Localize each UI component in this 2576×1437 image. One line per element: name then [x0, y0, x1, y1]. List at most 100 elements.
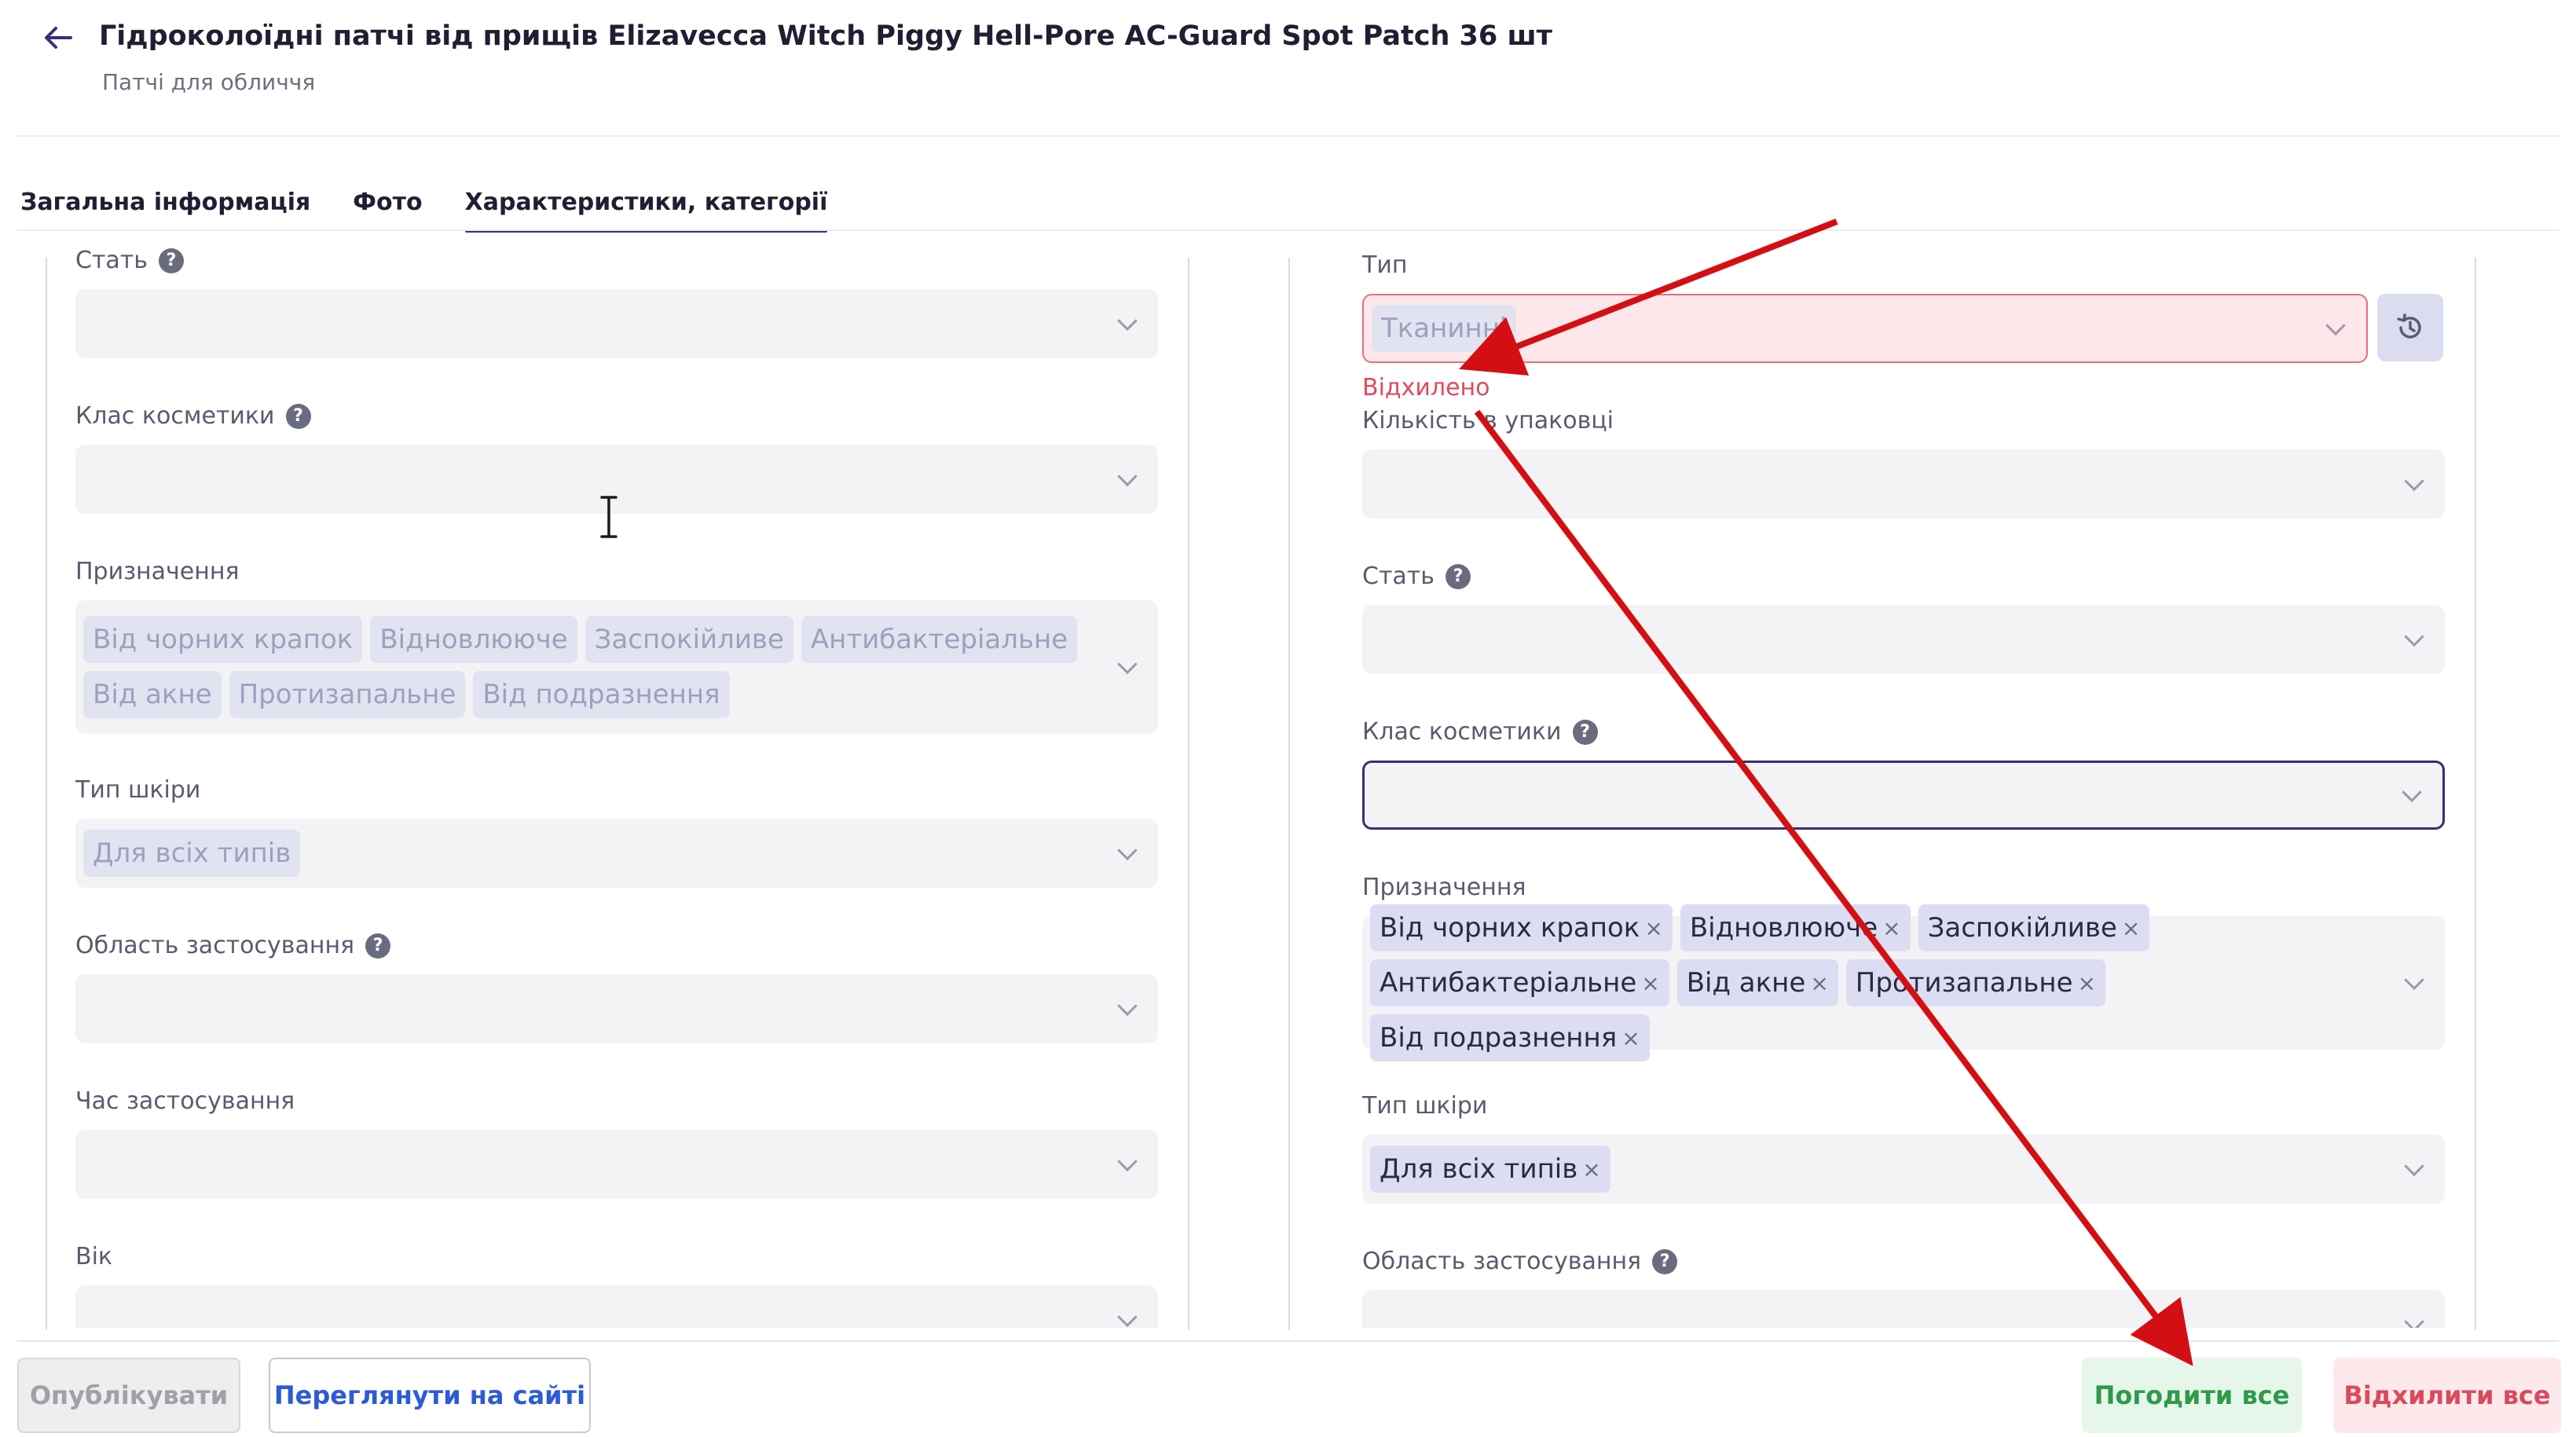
field-gender: Стать ?	[75, 247, 1160, 274]
field-type: Тип	[1362, 251, 2446, 279]
page-title: Гідроколоїдні патчі від прищів Elizavecc…	[99, 20, 1552, 52]
type-select[interactable]: Тканинні	[1362, 294, 2368, 363]
view-on-site-button[interactable]: Переглянути на сайті	[269, 1358, 591, 1433]
field-cosmetic-class: Клас косметики ?	[1362, 718, 2446, 746]
left-panel-border	[1188, 258, 1189, 1330]
chevron-down-icon	[2404, 1311, 2424, 1328]
purpose-chip: Від акне ×	[1676, 959, 1838, 1006]
help-icon[interactable]: ?	[158, 247, 184, 273]
age-select[interactable]	[75, 1285, 1158, 1328]
field-purpose: Призначення	[75, 558, 1160, 585]
skin-type-chip: Для всіх типів ×	[1370, 1146, 1610, 1193]
chevron-down-icon	[1117, 654, 1138, 675]
chevron-down-icon	[2402, 782, 2422, 803]
chevron-down-icon	[1117, 466, 1138, 487]
right-panel-border	[2475, 258, 2476, 1330]
purpose-select[interactable]: Від чорних крапок × Відновлююче × Заспокій…	[1362, 904, 2445, 1061]
quantity-select[interactable]	[1362, 449, 2445, 519]
purpose-chip: Антибактеріальне ×	[1370, 959, 1669, 1006]
page-subtitle: Патчі для обличчя	[102, 69, 316, 95]
field-label: Клас косметики	[75, 402, 275, 430]
help-icon[interactable]: ?	[1652, 1248, 1678, 1274]
gender-select[interactable]	[1362, 605, 2445, 674]
tab-general-info[interactable]: Загальна інформація	[20, 189, 310, 233]
field-label: Область застосування	[1362, 1248, 1642, 1275]
reject-all-button[interactable]: Відхилити все	[2333, 1358, 2561, 1433]
chevron-down-icon	[1117, 840, 1138, 861]
field-label: Область застосування	[75, 932, 355, 959]
field-quantity: Кількість в упаковці	[1362, 407, 2446, 434]
purpose-chip: Протизапальне	[229, 671, 466, 718]
chevron-down-icon	[2404, 626, 2424, 647]
tab-bar: Загальна інформація Фото Характеристики,…	[20, 189, 870, 233]
purpose-chip: Від подразнення ×	[1370, 1014, 1650, 1061]
type-chip: Тканинні	[1372, 305, 1517, 352]
purpose-chip: Від чорних крапок	[83, 616, 363, 663]
back-button[interactable]	[38, 17, 79, 58]
header-divider	[17, 135, 2559, 137]
help-icon[interactable]: ?	[1572, 719, 1598, 745]
field-age: Вік	[75, 1243, 1160, 1270]
field-label: Клас косметики	[1362, 718, 1562, 746]
chevron-down-icon	[2404, 970, 2424, 991]
purpose-chip: Від акне	[83, 671, 222, 718]
remove-chip-icon[interactable]: ×	[1644, 915, 1662, 941]
remove-chip-icon[interactable]: ×	[2122, 915, 2140, 941]
remove-chip-icon[interactable]: ×	[1641, 970, 1659, 996]
remove-chip-icon[interactable]: ×	[1582, 1157, 1600, 1182]
field-purpose: Призначення	[1362, 874, 2446, 901]
purpose-chip: Протизапальне ×	[1845, 959, 2105, 1006]
tabs-divider	[17, 229, 2559, 231]
cosmetic-class-select[interactable]	[1362, 761, 2445, 830]
chevron-down-icon	[2404, 471, 2424, 492]
publish-button[interactable]: Опублікувати	[17, 1358, 240, 1433]
purpose-chip: Від чорних крапок ×	[1370, 904, 1673, 951]
purpose-chip: Відновлююче	[370, 616, 577, 663]
chevron-down-icon	[2325, 315, 2346, 336]
help-icon[interactable]: ?	[365, 933, 391, 959]
history-button[interactable]	[2377, 294, 2443, 361]
history-icon	[2397, 313, 2421, 339]
application-area-select[interactable]	[1362, 1290, 2445, 1328]
field-skin-type: Тип шкіри	[1362, 1092, 2446, 1120]
application-time-select[interactable]	[75, 1130, 1158, 1199]
field-label: Призначення	[75, 558, 240, 585]
purpose-select[interactable]: Від чорних крапок Відновлююче Заспокійли…	[75, 600, 1158, 734]
tab-characteristics[interactable]: Характеристики, категорії	[464, 189, 827, 233]
left-panel-border	[46, 258, 47, 1330]
field-label: Тип	[1362, 251, 1408, 279]
left-panel-current: Стать ? Клас косметики ? Призначення Від…	[75, 236, 1160, 1328]
chevron-down-icon	[1117, 1307, 1138, 1328]
help-icon[interactable]: ?	[285, 403, 311, 429]
approve-all-button[interactable]: Погодити все	[2082, 1358, 2302, 1433]
application-area-select[interactable]	[75, 974, 1158, 1043]
purpose-chip: Відновлююче ×	[1680, 904, 1911, 951]
field-label: Кількість в упаковці	[1362, 407, 1614, 434]
skin-type-select[interactable]: Для всіх типів ×	[1362, 1135, 2445, 1204]
field-application-time: Час застосування	[75, 1087, 1160, 1115]
skin-type-select[interactable]: Для всіх типів	[75, 819, 1158, 888]
footer-divider	[17, 1340, 2559, 1342]
field-label: Вік	[75, 1243, 113, 1270]
field-cosmetic-class: Клас косметики ?	[75, 402, 1160, 430]
gender-select[interactable]	[75, 289, 1158, 358]
remove-chip-icon[interactable]: ×	[1810, 970, 1828, 996]
chevron-down-icon	[2404, 1156, 2424, 1177]
help-icon[interactable]: ?	[1445, 563, 1471, 589]
remove-chip-icon[interactable]: ×	[1621, 1025, 1640, 1051]
tab-photo[interactable]: Фото	[353, 189, 422, 233]
field-gender: Стать ?	[1362, 563, 2446, 590]
field-label: Стать	[75, 247, 148, 274]
right-panel-proposed: Тип Тканинні Відхилено Кількість в упако…	[1362, 236, 2446, 1328]
remove-chip-icon[interactable]: ×	[2078, 970, 2096, 996]
purpose-chip: Заспокійливе	[584, 616, 793, 663]
field-label: Час застосування	[75, 1087, 295, 1115]
right-panel-border	[1288, 258, 1290, 1330]
chevron-down-icon	[1117, 310, 1138, 332]
purpose-chip: Заспокійливе ×	[1918, 904, 2150, 951]
remove-chip-icon[interactable]: ×	[1882, 915, 1900, 941]
field-label: Тип шкіри	[75, 776, 201, 804]
field-application-area: Область застосування ?	[75, 932, 1160, 959]
field-label: Тип шкіри	[1362, 1092, 1488, 1120]
text-cursor-icon	[600, 496, 617, 538]
